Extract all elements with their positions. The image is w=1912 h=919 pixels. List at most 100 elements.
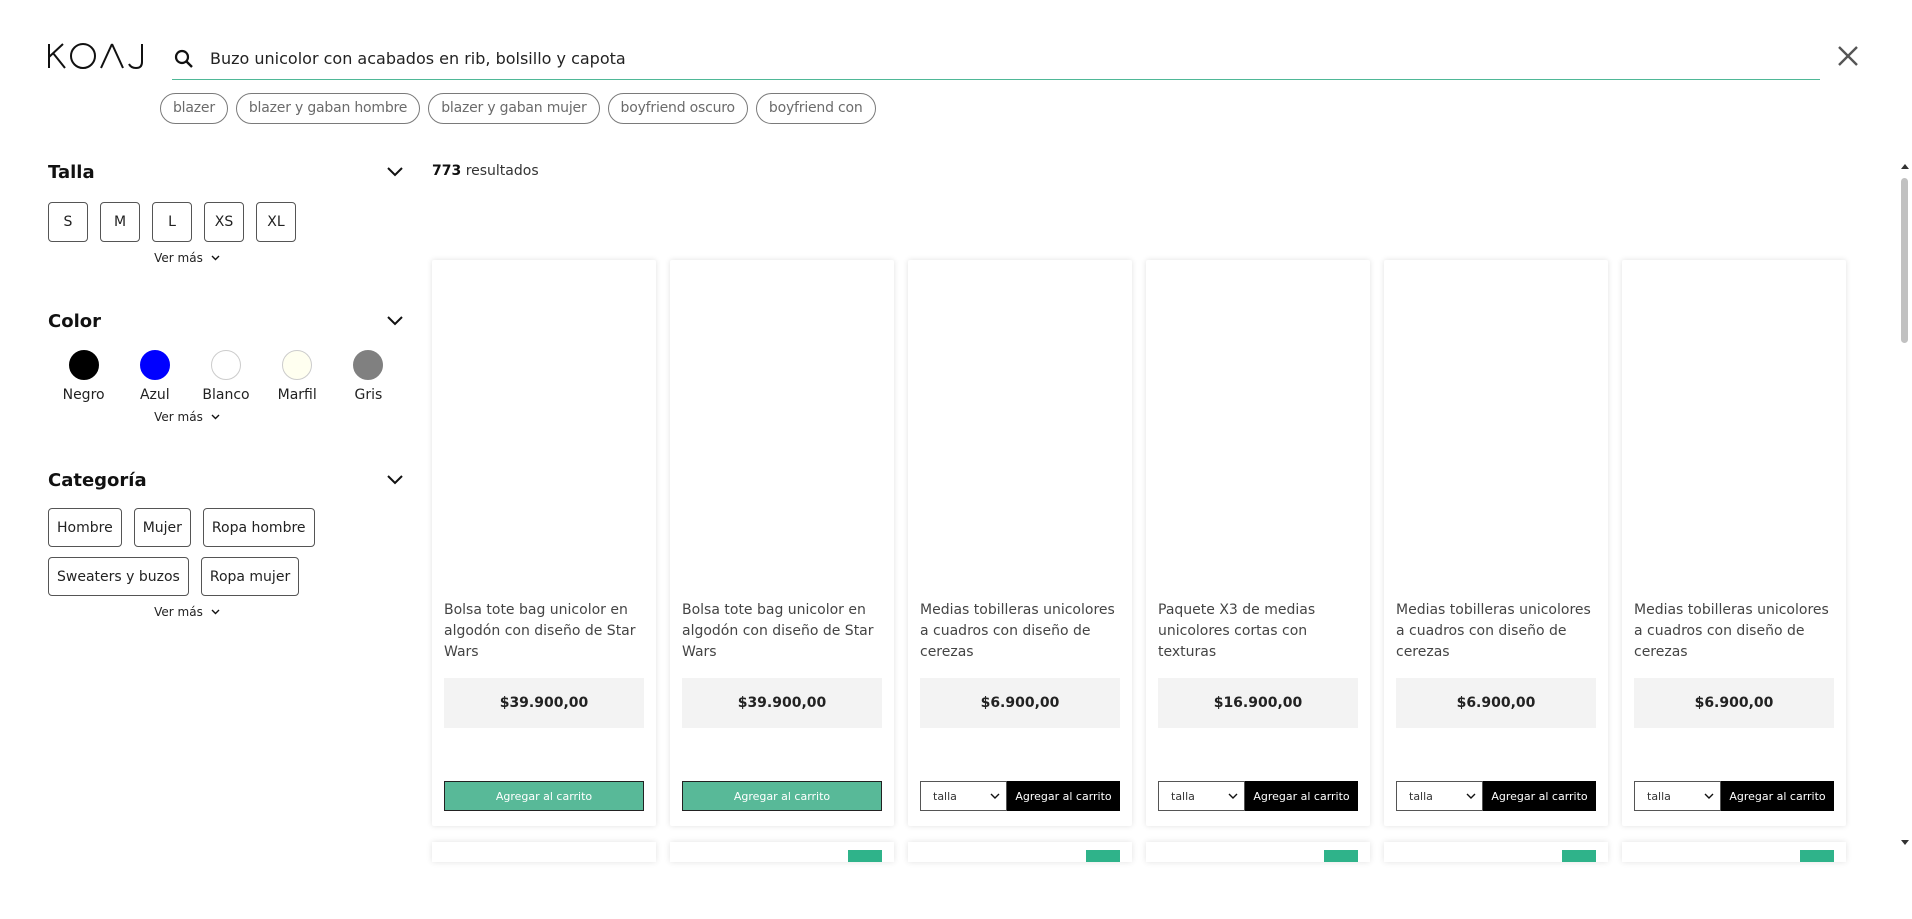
suggestion-chip[interactable]: blazer y gaban mujer [428,93,600,124]
chevron-down-icon[interactable] [386,471,404,489]
color-label: Gris [354,387,383,403]
product-price: $39.900,00 [682,678,882,728]
product-card[interactable] [1622,842,1846,862]
close-icon[interactable] [1836,44,1860,68]
product-card[interactable] [432,842,656,862]
size-option[interactable]: XS [204,202,244,242]
search-icon[interactable] [172,47,196,71]
chevron-down-icon [990,793,1000,799]
product-card[interactable] [1146,842,1370,862]
chevron-down-icon [211,255,220,261]
ver-mas-button[interactable]: Ver más [48,410,326,424]
suggestion-chip[interactable]: boyfriend con [755,93,876,124]
size-option[interactable]: L [152,202,192,242]
product-price: $6.900,00 [920,678,1120,728]
chevron-down-icon[interactable] [386,312,404,330]
color-swatch [353,350,384,380]
filter-color-header[interactable]: Color [48,309,404,333]
size-select-value: talla [1409,789,1433,803]
ver-mas-button[interactable]: Ver más [48,251,326,265]
product-card[interactable] [670,842,894,862]
category-options: Hombre Mujer Ropa hombre Sweaters y buzo… [48,508,348,596]
scroll-up-arrow-icon[interactable] [1901,164,1909,169]
size-select[interactable]: talla [920,781,1007,811]
product-price: $39.900,00 [444,678,644,728]
product-card[interactable] [908,842,1132,862]
product-title[interactable]: Paquete X3 de medias unicolores cortas c… [1158,600,1358,663]
product-title[interactable]: Bolsa tote bag unicolor en algodón con d… [682,600,882,663]
product-badge [1562,850,1596,862]
product-card[interactable]: Bolsa tote bag unicolor en algodón con d… [432,260,656,826]
scroll-down-arrow-icon[interactable] [1901,840,1909,845]
product-card[interactable]: Medias tobilleras unicolores a cuadros c… [1622,260,1846,826]
color-option[interactable]: Gris [333,350,404,403]
filters-sidebar: Talla S M L XS XL Ver más Color Negro Az… [48,160,404,619]
color-option[interactable]: Marfil [262,350,333,403]
product-grid: Bolsa tote bag unicolor en algodón con d… [432,260,1846,826]
product-title[interactable]: Medias tobilleras unicolores a cuadros c… [1396,600,1596,663]
suggestion-chip[interactable]: boyfriend oscuro [607,93,748,124]
add-to-cart-button[interactable]: Agregar al carrito [1721,781,1834,811]
filter-categoria-header[interactable]: Categoría [48,468,404,492]
product-card[interactable]: Medias tobilleras unicolores a cuadros c… [1384,260,1608,826]
size-select[interactable]: talla [1634,781,1721,811]
size-select-value: talla [1647,789,1671,803]
add-to-cart-button[interactable]: Agregar al carrito [1007,781,1120,811]
results-label: resultados [465,163,539,179]
product-title[interactable]: Medias tobilleras unicolores a cuadros c… [1634,600,1834,663]
size-select[interactable]: talla [1158,781,1245,811]
koaj-logo-mark [48,43,143,70]
size-option[interactable]: M [100,202,140,242]
ver-mas-label: Ver más [154,605,203,619]
search-input[interactable] [210,49,1710,68]
product-price: $6.900,00 [1634,678,1834,728]
ver-mas-button[interactable]: Ver más [48,605,326,619]
product-badge [1086,850,1120,862]
color-option[interactable]: Blanco [190,350,261,403]
add-to-cart-button[interactable]: Agregar al carrito [1483,781,1596,811]
size-select-value: talla [933,789,957,803]
color-swatch [139,350,170,380]
product-card[interactable] [1384,842,1608,862]
category-option[interactable]: Ropa mujer [200,557,300,596]
filter-talla: Talla S M L XS XL Ver más [48,160,404,265]
scrollbar[interactable] [1896,160,1912,850]
suggestion-chip[interactable]: blazer [160,93,228,124]
add-to-cart-button[interactable]: Agregar al carrito [444,781,644,811]
category-option[interactable]: Hombre [48,508,122,547]
color-options: Negro Azul Blanco Marfil Gris [48,350,404,403]
product-card[interactable]: Bolsa tote bag unicolor en algodón con d… [670,260,894,826]
size-option[interactable]: XL [256,202,296,242]
chevron-down-icon [211,609,220,615]
add-to-cart-button[interactable]: Agregar al carrito [682,781,882,811]
product-badge [1800,850,1834,862]
suggestion-chip[interactable]: blazer y gaban hombre [235,93,421,124]
product-badge [1324,850,1358,862]
product-title[interactable]: Bolsa tote bag unicolor en algodón con d… [444,600,644,663]
add-to-cart-button[interactable]: Agregar al carrito [1245,781,1358,811]
filter-title: Talla [48,161,95,183]
category-option[interactable]: Sweaters y buzos [48,557,189,596]
chevron-down-icon[interactable] [386,163,404,181]
scrollbar-thumb[interactable] [1901,178,1908,343]
color-label: Azul [139,387,170,403]
product-card[interactable]: Medias tobilleras unicolores a cuadros c… [908,260,1132,826]
filter-talla-header[interactable]: Talla [48,160,404,184]
results-number: 773 [432,163,462,179]
koaj-logo[interactable] [47,42,149,70]
color-option[interactable]: Negro [48,350,119,403]
filter-title: Color [48,310,101,332]
product-price: $16.900,00 [1158,678,1358,728]
category-option[interactable]: Ropa hombre [202,508,315,547]
category-option[interactable]: Mujer [133,508,191,547]
chevron-down-icon [211,414,220,420]
color-option[interactable]: Azul [119,350,190,403]
size-options: S M L XS XL [48,202,404,242]
ver-mas-label: Ver más [154,251,203,265]
product-title[interactable]: Medias tobilleras unicolores a cuadros c… [920,600,1120,663]
size-select[interactable]: talla [1396,781,1483,811]
product-card[interactable]: Paquete X3 de medias unicolores cortas c… [1146,260,1370,826]
chevron-down-icon [1466,793,1476,799]
size-option[interactable]: S [48,202,88,242]
suggestion-chips: blazer blazer y gaban hombre blazer y ga… [160,93,876,124]
